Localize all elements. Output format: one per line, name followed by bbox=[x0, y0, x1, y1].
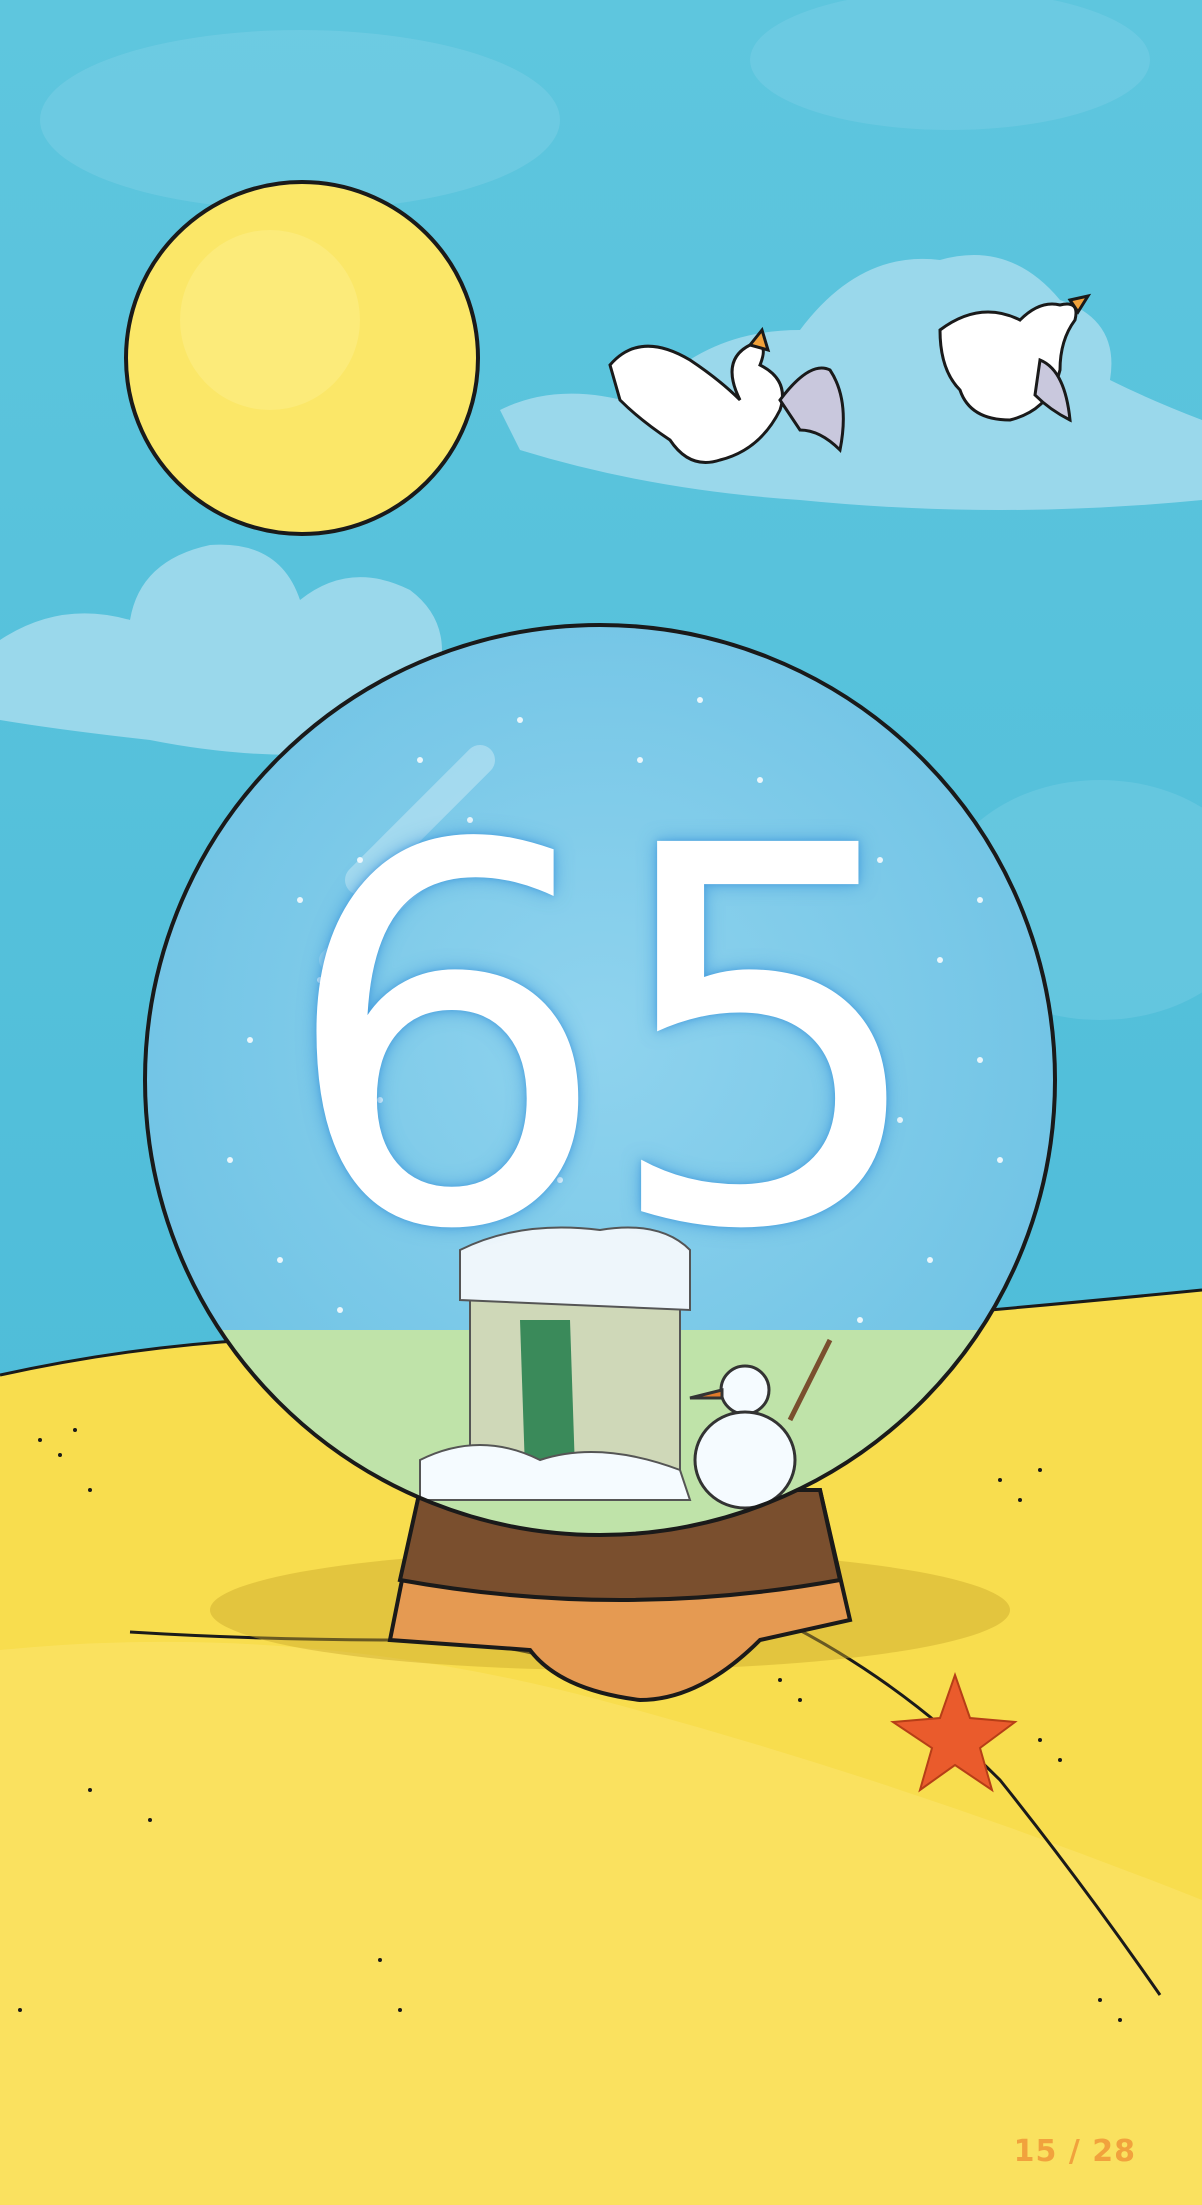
page-counter: 15 / 28 bbox=[1013, 2134, 1136, 2169]
card-number: 65 bbox=[280, 737, 932, 1343]
sun-icon bbox=[124, 180, 480, 536]
